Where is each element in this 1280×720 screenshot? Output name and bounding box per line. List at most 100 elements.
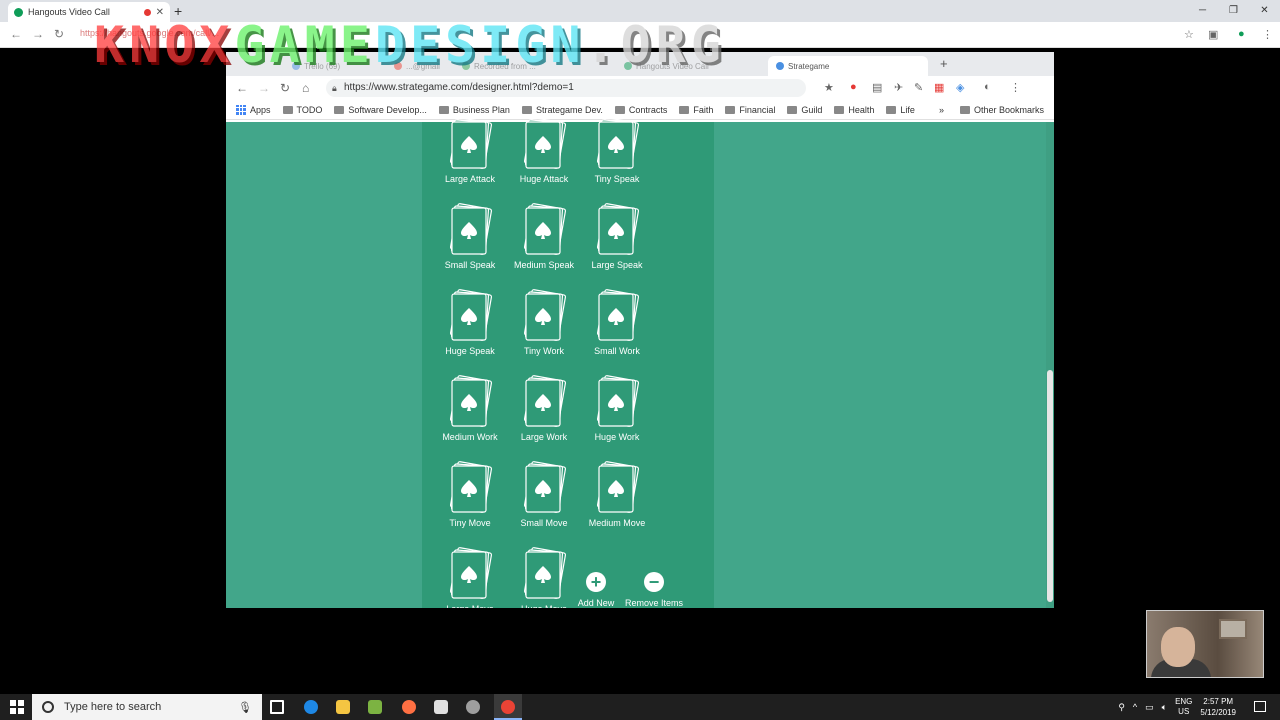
remove-items-button[interactable]: − Remove Items <box>618 572 690 608</box>
card-label: Small Speak <box>444 260 496 270</box>
card-stack-icon <box>596 375 640 427</box>
card-item[interactable]: Tiny Work <box>508 288 580 370</box>
card-item[interactable]: Small Work <box>581 288 653 370</box>
outer-tab-hangouts[interactable]: Hangouts Video Call ✕ <box>8 2 170 22</box>
designer-canvas: + Add New − Remove Items Large Attack Hug… <box>226 117 1054 608</box>
reload-icon[interactable]: ↻ <box>54 27 64 41</box>
card-item[interactable]: Medium Move <box>581 460 653 542</box>
app-icon[interactable] <box>466 700 480 714</box>
bookmark-apps[interactable]: Apps <box>236 104 271 115</box>
tab-favicon-icon <box>462 62 470 70</box>
inner-reload-icon[interactable]: ↻ <box>280 81 290 95</box>
language-indicator[interactable]: ENG US <box>1175 697 1192 717</box>
other-bookmarks[interactable]: Other Bookmarks <box>974 105 1044 115</box>
opera-icon[interactable]: ● <box>850 81 857 93</box>
home-icon[interactable]: ⌂ <box>302 81 309 95</box>
card-item[interactable]: Huge Work <box>581 374 653 456</box>
extension-icon[interactable]: ▤ <box>872 81 882 94</box>
card-item[interactable]: Small Move <box>508 460 580 542</box>
extension-icon[interactable]: ▦ <box>934 81 944 94</box>
file-explorer-icon[interactable] <box>336 700 350 714</box>
card-stack-icon <box>523 289 567 341</box>
bookmarks-right: » Other Bookmarks <box>939 100 1044 120</box>
bookmark-business-plan[interactable]: Business Plan <box>438 105 510 115</box>
edge-icon[interactable] <box>304 700 318 714</box>
bookmark-todo[interactable]: TODO <box>282 105 322 115</box>
close-window-icon[interactable]: ✕ <box>1249 0 1280 22</box>
outer-tab-title: Hangouts Video Call <box>28 7 110 17</box>
bookmark-life[interactable]: Life <box>886 105 915 115</box>
back-icon[interactable]: ← <box>10 27 22 41</box>
restore-icon[interactable]: ❐ <box>1218 0 1249 22</box>
folder-icon <box>886 105 897 114</box>
inner-menu-icon[interactable]: ⋮ <box>1010 81 1021 94</box>
close-tab-icon[interactable]: ✕ <box>156 7 164 18</box>
inner-url-text: https://www.strategame.com/designer.html… <box>344 82 574 93</box>
inner-tab-1[interactable]: Trello (69) <box>284 56 348 76</box>
extension-icon[interactable]: ✈ <box>894 81 903 94</box>
windows-start-icon[interactable] <box>10 700 24 714</box>
inner-tab-4[interactable]: Hangouts Video Call <box>616 56 717 76</box>
profile-icon[interactable]: ◐ <box>984 81 991 93</box>
minimize-icon[interactable]: ─ <box>1187 0 1218 22</box>
card-item[interactable]: Huge Attack <box>508 116 580 198</box>
chevron-up-icon[interactable]: ^ <box>1133 702 1137 712</box>
clock[interactable]: 2:57 PM 5/12/2019 <box>1200 696 1236 718</box>
bookmark-guild[interactable]: Guild <box>787 105 822 115</box>
folder-icon <box>725 105 736 114</box>
page-scrollbar[interactable] <box>1046 122 1054 608</box>
calculator-icon[interactable] <box>434 700 448 714</box>
inner-new-tab-button[interactable]: + <box>940 56 948 71</box>
bookmark-faith[interactable]: Faith <box>679 105 713 115</box>
card-item[interactable]: Large Attack <box>434 116 506 198</box>
inner-tab-2[interactable]: ...@gmail <box>386 56 448 76</box>
notifications-icon[interactable] <box>1254 701 1266 712</box>
camera-icon[interactable]: ▣ <box>1208 28 1218 41</box>
card-item[interactable]: Tiny Speak <box>581 116 653 198</box>
inner-tab-3[interactable]: Recorded from ... <box>454 56 544 76</box>
folder-icon <box>614 105 625 114</box>
extension-icon[interactable]: ✎ <box>914 81 923 94</box>
profile-icon[interactable]: ● <box>1238 28 1245 40</box>
outer-url-text[interactable]: https://hangouts.google.com/call/... <box>80 28 1160 42</box>
card-item[interactable]: Medium Speak <box>508 202 580 284</box>
bookmark-health[interactable]: Health <box>834 105 874 115</box>
card-item[interactable]: Large Speak <box>581 202 653 284</box>
app-icon[interactable] <box>368 700 382 714</box>
scrollbar-thumb[interactable] <box>1047 370 1053 602</box>
task-view-icon[interactable] <box>270 700 284 714</box>
inner-forward-icon[interactable]: → <box>258 81 270 95</box>
forward-icon[interactable]: → <box>32 27 44 41</box>
bookmark-strategame-dev[interactable]: Strategame Dev. <box>521 105 603 115</box>
taskbar-search[interactable]: Type here to search 🎙︎ <box>32 694 262 720</box>
card-item[interactable]: Huge Speak <box>434 288 506 370</box>
card-item[interactable]: Huge Move <box>508 546 580 608</box>
search-placeholder: Type here to search <box>64 701 162 713</box>
microphone-icon[interactable]: 🎙︎ <box>238 701 252 714</box>
card-item[interactable]: Tiny Move <box>434 460 506 542</box>
bookmark-star-icon[interactable]: ★ <box>824 81 834 94</box>
star-icon[interactable]: ☆ <box>1184 28 1194 41</box>
person-icon[interactable]: ⚲ <box>1118 702 1125 713</box>
card-item[interactable]: Small Speak <box>434 202 506 284</box>
extension-icon[interactable]: ◈ <box>956 81 964 94</box>
chrome-taskbar-button[interactable] <box>494 694 522 720</box>
inner-back-icon[interactable]: ← <box>236 81 248 95</box>
card-item[interactable]: Large Move <box>434 546 506 608</box>
folder-icon <box>679 105 690 114</box>
inner-url-field[interactable]: 🔒︎ https://www.strategame.com/designer.h… <box>326 79 806 97</box>
volume-icon[interactable]: 🔈︎ <box>1162 702 1167 713</box>
inner-tab-strategame[interactable]: Strategame <box>768 56 928 76</box>
new-tab-button[interactable]: + <box>174 3 182 19</box>
bookmarks-overflow[interactable]: » <box>939 105 944 115</box>
bookmark-financial[interactable]: Financial <box>725 105 775 115</box>
hangouts-icon <box>14 7 23 17</box>
card-item[interactable]: Large Work <box>508 374 580 456</box>
folder-icon <box>521 105 532 114</box>
bookmark-contracts[interactable]: Contracts <box>614 105 667 115</box>
bookmark-software[interactable]: Software Develop... <box>334 105 427 115</box>
menu-icon[interactable]: ⋮ <box>1262 28 1273 41</box>
network-icon[interactable]: ▭ <box>1145 702 1154 713</box>
firefox-icon[interactable] <box>402 700 416 714</box>
card-item[interactable]: Medium Work <box>434 374 506 456</box>
